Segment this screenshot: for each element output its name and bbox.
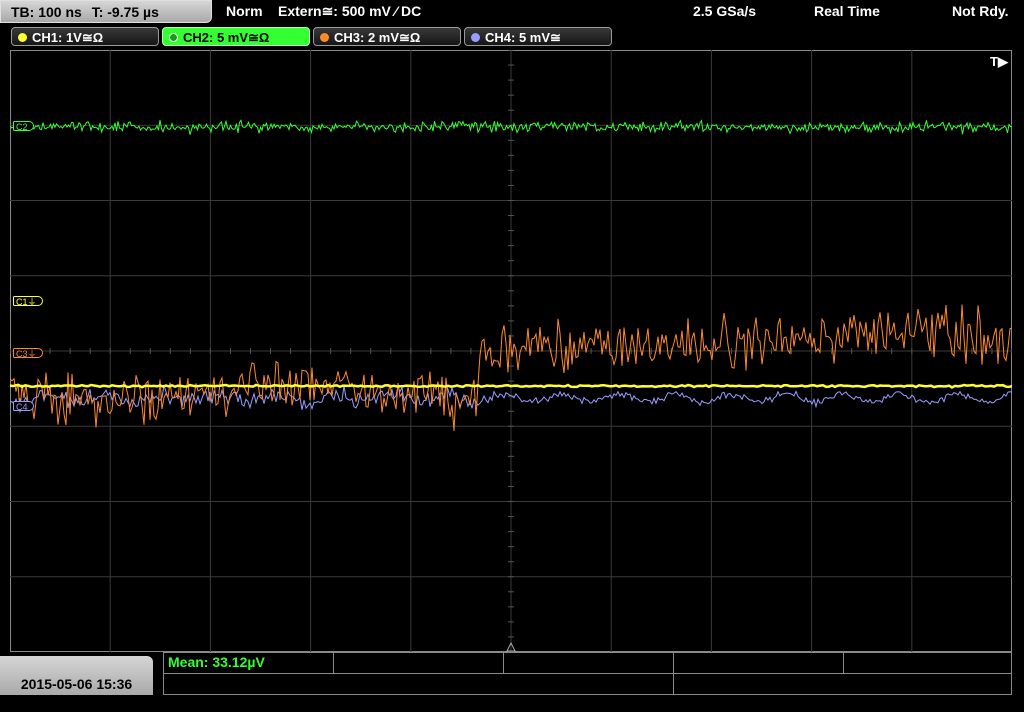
measurement-panel[interactable]: Mean: 33.12µV (163, 652, 1012, 695)
channel-4-color-dot (471, 33, 480, 42)
channel-3-color-dot (320, 33, 329, 42)
channel-3-label: CH3: 2 mV≅Ω (334, 30, 421, 45)
channel-3-button[interactable]: CH3: 2 mV≅Ω (313, 27, 461, 46)
sample-rate: 2.5 GSa/s (693, 3, 757, 19)
trigger-mode: Norm (226, 3, 263, 19)
channel-3-level-marker[interactable]: C3⏚ (13, 348, 43, 359)
channel-1-level-marker[interactable]: C1⏚ (13, 296, 43, 307)
measurement-cell (844, 653, 1012, 674)
date-time-display: 2015-05-06 15:36 (0, 656, 153, 695)
timebase-label: TB: 100 ns (11, 4, 82, 20)
measurement-cell (674, 653, 844, 674)
channel-2-color-dot (169, 33, 178, 42)
trigger-offset-label: T: -9.75 µs (91, 4, 159, 20)
channel-1-label: CH1: 1V≅Ω (32, 30, 104, 45)
measurement-cell (504, 653, 674, 674)
channel-2-level-marker[interactable]: C2 (13, 121, 34, 132)
measurement-cell (504, 674, 674, 695)
trigger-source: Extern≅: 500 mV ⁄ DC (278, 3, 422, 19)
channel-2-button[interactable]: CH2: 5 mV≅Ω (162, 27, 310, 46)
waveform-canvas (10, 50, 1012, 652)
channel-4-label: CH4: 5 mV≅ (485, 30, 561, 45)
channel-4-button[interactable]: CH4: 5 mV≅ (464, 27, 612, 46)
channel-2-label: CH2: 5 mV≅Ω (183, 30, 270, 45)
channel-1-color-dot (18, 33, 27, 42)
trigger-info-bar[interactable]: Norm Extern≅: 500 mV ⁄ DC 2.5 GSa/s Real… (216, 0, 1024, 23)
channel-buttons-row: CH1: 1V≅Ω CH2: 5 mV≅Ω CH3: 2 mV≅Ω CH4: 5… (0, 27, 1024, 48)
measurement-cell (334, 653, 504, 674)
trigger-status: Not Rdy. (952, 3, 1009, 19)
acquisition-mode: Real Time (814, 3, 880, 19)
timebase-box[interactable]: TB: 100 ns T: -9.75 µs (0, 0, 212, 23)
mean-measurement: Mean: 33.12µV (168, 654, 265, 670)
bottom-bar: 2015-05-06 15:36 Mean: 33.12µV (0, 652, 1024, 695)
trigger-position-marker[interactable]: T▶ (990, 54, 1008, 70)
top-status-bar: TB: 100 ns T: -9.75 µs Norm Extern≅: 500… (0, 0, 1024, 25)
channel-4-level-marker[interactable]: C4 (13, 401, 34, 412)
channel-1-button[interactable]: CH1: 1V≅Ω (11, 27, 159, 46)
